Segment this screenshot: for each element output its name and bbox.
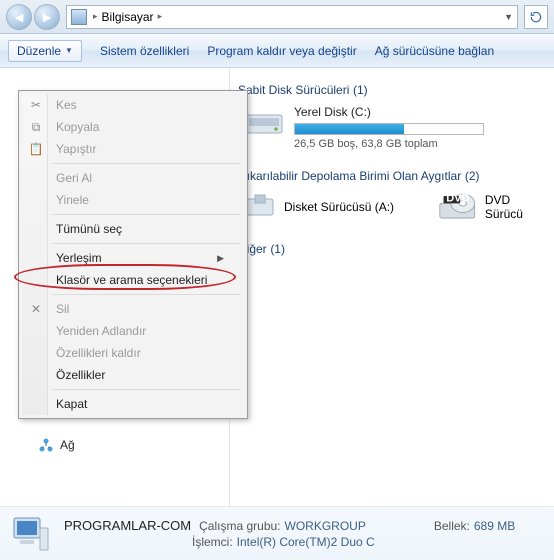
floppy-label: Disket Sürücüsü (A:)	[284, 200, 394, 214]
menu-separator	[52, 243, 241, 244]
group-removable-header[interactable]: Çıkarılabilir Depolama Birimi Olan Aygıt…	[238, 168, 546, 183]
breadcrumb[interactable]: ▸ Bilgisayar ▸	[93, 10, 162, 24]
menu-label: Özellikleri kaldır	[56, 346, 141, 360]
details-pane: PROGRAMLAR-COM Çalışma grubu:WORKGROUP B…	[0, 506, 554, 560]
drive-item-c[interactable]: Yerel Disk (C:) 26,5 GB boş, 63,8 GB top…	[244, 105, 546, 150]
paste-icon: 📋	[28, 142, 44, 156]
menu-label: Özellikler	[56, 368, 105, 382]
menu-undo[interactable]: Geri Al	[22, 167, 244, 189]
delete-icon: ✕	[28, 302, 44, 316]
processor-field: İşlemci:Intel(R) Core(TM)2 Duo C	[192, 535, 375, 549]
command-bar: Düzenle ▼ Sistem özellikleri Program kal…	[0, 34, 554, 68]
computer-name: PROGRAMLAR-COM	[64, 518, 191, 533]
group-title: Sabit Disk Sürücüleri	[238, 83, 349, 97]
uninstall-program-button[interactable]: Program kaldır veya değiştir	[207, 44, 356, 58]
group-other-header[interactable]: Diğer (1)	[238, 241, 546, 256]
organize-label: Düzenle	[17, 44, 61, 58]
menu-label: Kapat	[56, 397, 87, 411]
network-icon	[38, 437, 54, 453]
menu-label: Geri Al	[56, 171, 92, 185]
back-button[interactable]: ◄	[6, 4, 32, 30]
menu-separator	[52, 214, 241, 215]
nav-network-item[interactable]: Ağ	[38, 434, 229, 456]
floppy-icon	[244, 193, 276, 221]
menu-redo[interactable]: Yinele	[22, 189, 244, 211]
computer-icon	[71, 9, 87, 25]
address-bar[interactable]: ▸ Bilgisayar ▸ ▼	[66, 5, 518, 29]
menu-select-all[interactable]: Tümünü seç	[22, 218, 244, 240]
chevron-right-icon: ▸	[93, 11, 98, 22]
hdd-icon	[244, 105, 284, 139]
dvd-drive-icon: DVD	[438, 191, 476, 223]
menu-properties[interactable]: Özellikler	[22, 364, 244, 386]
menu-separator	[52, 163, 241, 164]
copy-icon: ⧉	[28, 120, 44, 135]
menu-paste[interactable]: 📋 Yapıştır	[22, 138, 244, 160]
forward-button[interactable]: ►	[34, 4, 60, 30]
menu-layout[interactable]: Yerleşim ▶	[22, 247, 244, 269]
menu-label: Sil	[56, 302, 69, 316]
menu-folder-options[interactable]: Klasör ve arama seçenekleri	[22, 269, 244, 291]
dvd-item[interactable]: DVD DVD Sürücü	[438, 191, 546, 223]
details-text: PROGRAMLAR-COM Çalışma grubu:WORKGROUP B…	[64, 518, 515, 549]
menu-label: Yinele	[56, 193, 89, 207]
menu-delete[interactable]: ✕ Sil	[22, 298, 244, 320]
floppy-item[interactable]: Disket Sürücüsü (A:)	[244, 193, 428, 221]
group-count: (1)	[353, 83, 368, 97]
menu-separator	[52, 389, 241, 390]
menu-label: Tümünü seç	[56, 222, 122, 236]
group-title: Çıkarılabilir Depolama Birimi Olan Aygıt…	[238, 169, 461, 183]
drive-body: Yerel Disk (C:) 26,5 GB boş, 63,8 GB top…	[294, 105, 484, 150]
menu-separator	[52, 294, 241, 295]
system-properties-button[interactable]: Sistem özellikleri	[100, 44, 189, 58]
menu-label: Yapıştır	[56, 142, 96, 156]
address-dropdown-icon[interactable]: ▼	[504, 12, 513, 22]
organize-button[interactable]: Düzenle ▼	[8, 40, 82, 62]
computer-large-icon	[10, 514, 52, 554]
titlebar: ◄ ► ▸ Bilgisayar ▸ ▼	[0, 0, 554, 34]
nav-buttons: ◄ ►	[6, 4, 60, 30]
menu-close[interactable]: Kapat	[22, 393, 244, 415]
organize-context-menu: ✂ Kes ⧉ Kopyala 📋 Yapıştır Geri Al Yinele T…	[18, 90, 248, 419]
refresh-icon	[529, 10, 543, 24]
menu-label: Kopyala	[56, 120, 99, 134]
menu-label: Kes	[56, 98, 77, 112]
cut-icon: ✂	[28, 98, 44, 112]
submenu-arrow-icon: ▶	[217, 253, 224, 264]
caret-down-icon: ▼	[65, 46, 73, 55]
drive-free-text: 26,5 GB boş, 63,8 GB toplam	[294, 138, 484, 150]
nav-item-label: Ağ	[60, 438, 75, 452]
removable-row: Disket Sürücüsü (A:) DVD DVD Sürücü	[244, 191, 546, 223]
menu-label: Yeniden Adlandır	[56, 324, 146, 338]
group-count: (1)	[270, 242, 285, 256]
group-hdd-header[interactable]: Sabit Disk Sürücüleri (1)	[238, 82, 546, 97]
drive-usage-bar	[294, 123, 484, 135]
menu-cut[interactable]: ✂ Kes	[22, 94, 244, 116]
memory-field: Bellek:689 MB	[434, 519, 515, 533]
menu-label: Klasör ve arama seçenekleri	[56, 273, 207, 287]
dvd-label: DVD Sürücü	[485, 193, 546, 221]
menu-remove-properties[interactable]: Özellikleri kaldır	[22, 342, 244, 364]
content-pane: Sabit Disk Sürücüleri (1) Yerel Disk (C:…	[230, 68, 554, 506]
drive-usage-fill	[295, 124, 404, 134]
chevron-right-icon: ▸	[158, 11, 163, 22]
menu-rename[interactable]: Yeniden Adlandır	[22, 320, 244, 342]
drive-name: Yerel Disk (C:)	[294, 105, 484, 119]
workgroup-field: Çalışma grubu:WORKGROUP	[199, 519, 366, 533]
svg-text:DVD: DVD	[447, 193, 470, 205]
refresh-button[interactable]	[524, 5, 548, 29]
group-count: (2)	[465, 169, 480, 183]
menu-label: Yerleşim	[56, 251, 102, 265]
map-network-drive-button[interactable]: Ağ sürücüsüne bağlan	[375, 44, 494, 58]
breadcrumb-label: Bilgisayar	[102, 10, 154, 24]
menu-copy[interactable]: ⧉ Kopyala	[22, 116, 244, 138]
